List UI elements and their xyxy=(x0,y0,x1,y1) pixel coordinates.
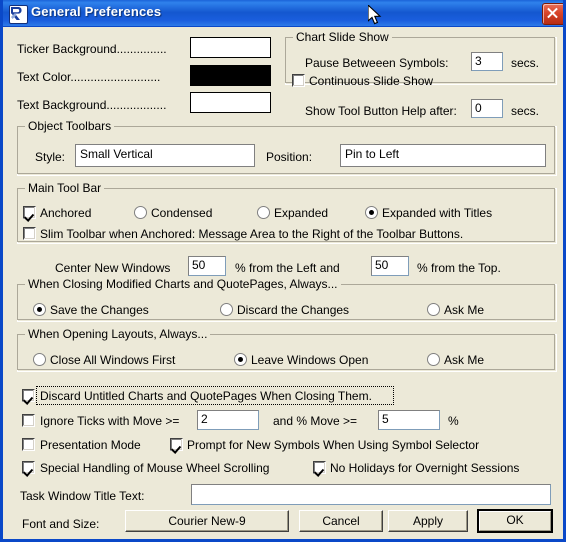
closing-ask-me-radio[interactable] xyxy=(427,303,440,316)
closing-modified-title: When Closing Modified Charts and QuotePa… xyxy=(25,277,341,291)
continuous-slide-show-checkbox[interactable] xyxy=(292,74,305,87)
pause-between-symbols-label: Pause Betweeen Symbols: xyxy=(305,56,449,70)
tool-button-help-input[interactable]: 0 xyxy=(471,99,503,118)
font-and-size-label: Font and Size: xyxy=(22,517,100,531)
no-holidays-label[interactable]: No Holidays for Overnight Sessions xyxy=(330,461,519,475)
close-all-windows-first-radio[interactable] xyxy=(33,353,46,366)
presentation-mode-label[interactable]: Presentation Mode xyxy=(40,438,141,452)
cancel-button[interactable]: Cancel xyxy=(299,510,383,532)
text-color-swatch[interactable] xyxy=(190,65,271,86)
mouse-wheel-checkbox[interactable] xyxy=(22,461,35,474)
ignore-ticks-checkbox[interactable] xyxy=(22,414,35,427)
anchored-checkbox[interactable] xyxy=(23,206,36,219)
object-toolbars-title: Object Toolbars xyxy=(25,119,115,133)
condensed-label[interactable]: Condensed xyxy=(151,206,212,220)
chart-slide-show-title: Chart Slide Show xyxy=(293,30,392,44)
text-color-label: Text Color........................... xyxy=(17,70,161,84)
task-window-title-label: Task Window Title Text: xyxy=(20,489,145,503)
mouse-wheel-label[interactable]: Special Handling of Mouse Wheel Scrollin… xyxy=(40,461,269,475)
condensed-radio[interactable] xyxy=(134,206,147,219)
discard-the-changes-radio[interactable] xyxy=(220,303,233,316)
closing-ask-me-label[interactable]: Ask Me xyxy=(444,303,484,317)
leave-windows-open-radio[interactable] xyxy=(234,353,247,366)
center-new-windows-label: Center New Windows xyxy=(55,261,171,275)
discard-the-changes-label[interactable]: Discard the Changes xyxy=(237,303,349,317)
continuous-slide-show-label[interactable]: Continuous Slide Show xyxy=(309,74,433,88)
title-bar[interactable]: General Preferences xyxy=(3,0,563,27)
expanded-label[interactable]: Expanded xyxy=(274,206,328,220)
center-top-units: % from the Top. xyxy=(417,261,501,275)
main-tool-bar-title: Main Tool Bar xyxy=(25,181,105,195)
task-window-title-input[interactable] xyxy=(191,484,551,505)
opening-ask-me-label[interactable]: Ask Me xyxy=(444,353,484,367)
ignore-ticks-mid-label: and % Move >= xyxy=(273,414,358,428)
no-holidays-checkbox[interactable] xyxy=(313,461,326,474)
slim-toolbar-label[interactable]: Slim Toolbar when Anchored: Message Area… xyxy=(40,227,463,241)
ticker-background-swatch[interactable] xyxy=(190,37,271,58)
pause-secs-units: secs. xyxy=(511,56,540,70)
center-top-percent-input[interactable]: 50 xyxy=(371,256,409,276)
slim-toolbar-checkbox[interactable] xyxy=(23,227,36,240)
presentation-mode-checkbox[interactable] xyxy=(22,438,35,451)
ignore-ticks-pct-units: % xyxy=(448,414,459,428)
pause-between-symbols-input[interactable]: 3 xyxy=(471,52,503,71)
tool-button-help-units: secs. xyxy=(511,104,540,118)
leave-windows-open-label[interactable]: Leave Windows Open xyxy=(251,353,368,367)
ok-button-label: OK xyxy=(506,513,524,527)
expanded-with-titles-label[interactable]: Expanded with Titles xyxy=(382,206,492,220)
style-label: Style: xyxy=(35,150,66,164)
text-background-label: Text Background.................. xyxy=(17,98,167,112)
font-size-button[interactable]: Courier New-9 xyxy=(125,510,289,532)
close-all-windows-first-label[interactable]: Close All Windows First xyxy=(50,353,175,367)
tool-button-help-label: Show Tool Button Help after: xyxy=(305,104,457,118)
apply-button[interactable]: Apply xyxy=(388,510,468,532)
close-icon[interactable] xyxy=(542,3,563,25)
expanded-with-titles-radio[interactable] xyxy=(365,206,378,219)
save-the-changes-radio[interactable] xyxy=(33,303,46,316)
prompt-new-symbols-label[interactable]: Prompt for New Symbols When Using Symbol… xyxy=(187,438,479,452)
window-title: General Preferences xyxy=(31,4,162,19)
opening-layouts-title: When Opening Layouts, Always... xyxy=(25,327,211,341)
ok-button[interactable]: OK xyxy=(477,509,553,533)
position-dropdown[interactable]: Pin to Left xyxy=(340,144,546,167)
general-preferences-dialog: General Preferences Ticker Background...… xyxy=(0,0,566,542)
text-background-swatch[interactable] xyxy=(190,92,271,113)
center-left-percent-input[interactable]: 50 xyxy=(188,256,226,276)
anchored-label[interactable]: Anchored xyxy=(40,206,91,220)
opening-ask-me-radio[interactable] xyxy=(427,353,440,366)
center-left-units: % from the Left and xyxy=(235,261,340,275)
position-label: Position: xyxy=(266,150,313,164)
ignore-ticks-pct-input[interactable]: 5 xyxy=(378,410,440,430)
ticker-background-label: Ticker Background............... xyxy=(17,42,167,56)
app-logo-icon xyxy=(9,5,28,24)
discard-untitled-checkbox[interactable] xyxy=(22,389,35,402)
prompt-new-symbols-checkbox[interactable] xyxy=(170,438,183,451)
ignore-ticks-label[interactable]: Ignore Ticks with Move >= xyxy=(40,414,179,428)
discard-untitled-label[interactable]: Discard Untitled Charts and QuotePages W… xyxy=(40,389,372,403)
style-dropdown[interactable]: Small Vertical xyxy=(75,144,255,167)
ignore-ticks-move-input[interactable]: 2 xyxy=(197,410,259,430)
expanded-radio[interactable] xyxy=(257,206,270,219)
save-the-changes-label[interactable]: Save the Changes xyxy=(50,303,149,317)
